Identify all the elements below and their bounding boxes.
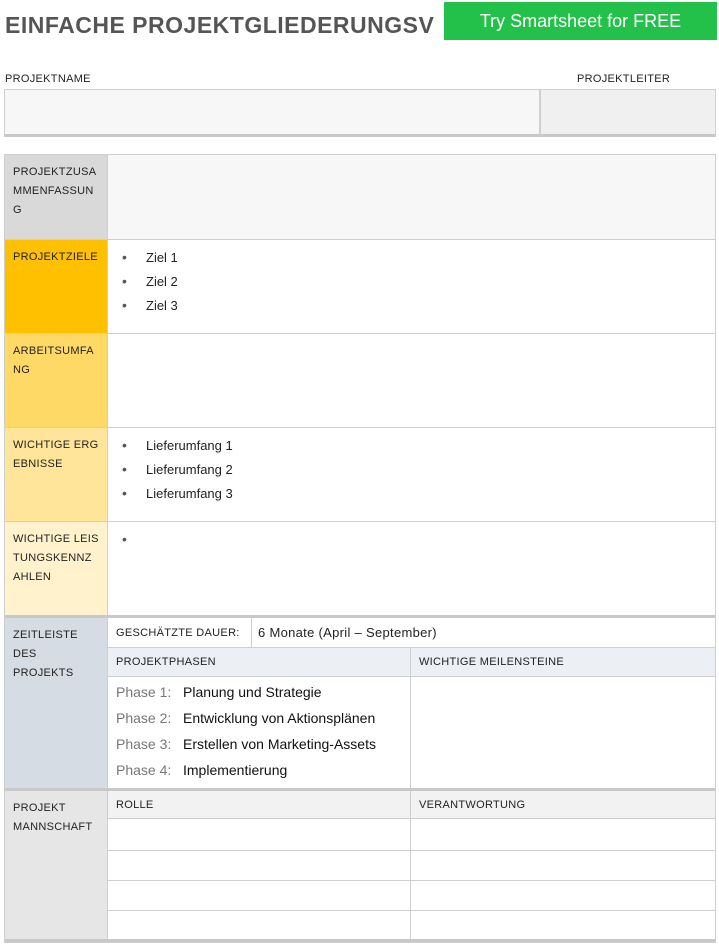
deliverables-list: Lieferumfang 1 Lieferumfang 2 Lieferumfa… [108,428,715,510]
responsibility-cell[interactable] [411,819,715,850]
team-header-row: ROLLE VERANTWORTUNG [108,791,715,819]
phase-text: Entwicklung von Aktionsplänen [183,710,376,726]
role-cell[interactable] [108,851,411,880]
list-item: Ziel 3 [122,297,715,322]
role-header: ROLLE [108,791,411,818]
role-cell[interactable] [108,819,411,850]
timeline-label-text: ZEITLEISTE DES PROJEKTS [13,629,78,679]
table-row [108,851,715,881]
summary-row: PROJEKTZUSAMMENFASSUNG [5,155,715,240]
milestones-header: WICHTIGE MEILENSTEINE [419,656,565,668]
list-item: Lieferumfang 1 [122,437,715,462]
deliverables-label: WICHTIGE ERGEBNISSE [5,428,108,521]
list-item: Lieferumfang 2 [122,461,715,486]
phases-header: PROJEKTPHASEN [108,648,411,676]
phase-item: Phase 1: Planung und Strategie [108,679,410,705]
scope-label: ARBEITSUMFANG [5,334,108,427]
list-item [122,531,715,556]
kpis-row: WICHTIGE LEISTUNGSKENNZAHLEN [5,522,715,618]
goals-field[interactable]: Ziel 1 Ziel 2 Ziel 3 [108,240,715,333]
phase-text: Planung und Strategie [183,684,322,700]
project-name-label: PROJEKTNAME [5,73,91,85]
duration-value[interactable]: 6 Monate (April – September) [252,618,445,647]
phase-text: Erstellen von Marketing-Assets [183,736,376,752]
phases-list[interactable]: Phase 1: Planung und Strategie Phase 2: En… [108,677,411,788]
responsibility-cell[interactable] [411,851,715,880]
kpis-list [108,522,715,556]
responsibility-cell[interactable] [411,881,715,910]
deliverables-row: WICHTIGE ERGEBNISSE Lieferumfang 1 Liefe… [5,428,715,522]
summary-label: PROJEKTZUSAMMENFASSUNG [5,155,108,239]
table-row [108,819,715,851]
scope-field[interactable] [108,334,715,427]
role-cell[interactable] [108,881,411,910]
duration-label: GESCHÄTZTE DAUER: [108,618,252,647]
timeline-label: ZEITLEISTE DES PROJEKTS [5,618,108,788]
list-item: Ziel 2 [122,273,715,298]
milestones-field[interactable] [411,677,715,788]
table-row [108,881,715,911]
responsibility-cell[interactable] [411,911,715,939]
list-item: Lieferumfang 3 [122,485,715,510]
team-content: ROLLE VERANTWORTUNG [108,791,715,939]
phase-item: Phase 4: Implementierung [108,757,410,783]
phase-number: Phase 1: [116,684,172,700]
phase-number: Phase 4: [116,762,172,778]
goals-label: PROJEKTZIELE [5,240,108,333]
scope-row: ARBEITSUMFANG [5,334,715,428]
kpis-field[interactable] [108,522,715,615]
timeline-content: GESCHÄTZTE DAUER: 6 Monate (April – Sept… [108,618,715,788]
team-label-text: PROJEKT MANNSCHAFT [13,802,93,833]
outline-table: PROJEKTZUSAMMENFASSUNG PROJEKTZIELE Ziel… [4,154,716,943]
responsibility-header: VERANTWORTUNG [419,798,526,811]
summary-field[interactable] [108,155,715,239]
list-item: Ziel 1 [122,249,715,274]
project-name-field[interactable] [4,89,540,137]
page-title: EINFACHE PROJEKTGLIEDERUNGSV [5,12,435,38]
deliverables-field[interactable]: Lieferumfang 1 Lieferumfang 2 Lieferumfa… [108,428,715,521]
phase-number: Phase 2: [116,710,172,726]
phase-number: Phase 3: [116,736,172,752]
phase-text: Implementierung [183,762,288,778]
table-row [108,911,715,939]
team-label: PROJEKT MANNSCHAFT [5,791,108,939]
phase-item: Phase 2: Entwicklung von Aktionsplänen [108,705,410,731]
project-lead-label: PROJEKTLEITER [577,73,671,85]
duration-row: GESCHÄTZTE DAUER: 6 Monate (April – Sept… [108,618,715,648]
kpis-label: WICHTIGE LEISTUNGSKENNZAHLEN [5,522,108,615]
phase-item: Phase 3: Erstellen von Marketing-Assets [108,731,410,757]
team-row: PROJEKT MANNSCHAFT ROLLE VERANTWORTUNG [5,791,715,942]
project-lead-field[interactable] [540,89,716,137]
goals-list: Ziel 1 Ziel 2 Ziel 3 [108,240,715,322]
role-cell[interactable] [108,911,411,939]
phases-header-row: PROJEKTPHASEN WICHTIGE MEILENSTEINE [108,648,715,677]
try-smartsheet-button[interactable]: Try Smartsheet for FREE [444,2,717,40]
timeline-row: ZEITLEISTE DES PROJEKTS GESCHÄTZTE DAUER… [5,618,715,791]
goals-row: PROJEKTZIELE Ziel 1 Ziel 2 Ziel 3 [5,240,715,334]
